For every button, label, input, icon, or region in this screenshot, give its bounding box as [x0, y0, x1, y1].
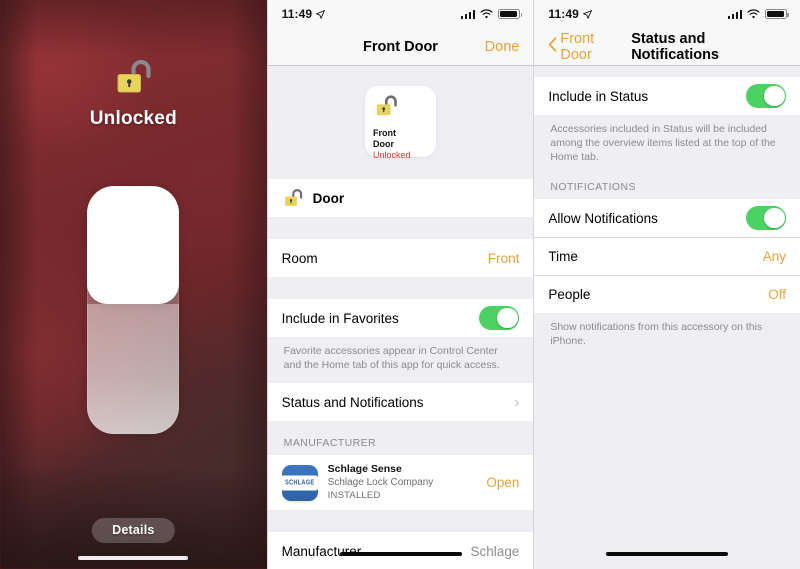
include-in-status-label: Include in Status	[548, 88, 649, 104]
status-bar-time: 11:49	[548, 7, 579, 21]
toggle-knob	[764, 207, 785, 229]
location-arrow-icon	[582, 9, 592, 19]
include-in-status-row[interactable]: Include in Status	[534, 77, 800, 115]
lock-control-screen: Unlocked Details	[0, 0, 267, 569]
page-title: Front Door	[363, 38, 438, 55]
cellular-bars-icon	[727, 9, 743, 19]
home-indicator[interactable]	[606, 551, 729, 556]
status-and-notifications-label: Status and Notifications	[281, 394, 424, 410]
accessory-name-label: Door	[312, 190, 345, 206]
chevron-left-icon	[548, 37, 557, 56]
page-title: Status and Notifications	[631, 30, 719, 63]
battery-icon	[765, 8, 790, 20]
room-label: Room	[281, 250, 318, 266]
section-gap	[534, 66, 800, 77]
manufacturer-row[interactable]: Manufacturer Schlage	[267, 532, 534, 569]
include-in-favorites-row[interactable]: Include in Favorites	[267, 299, 534, 337]
time-label: Time	[548, 249, 578, 264]
accessory-detail-screen: 11:49 Front Door Done Front Door Unlocke…	[266, 0, 534, 569]
room-row[interactable]: Room Front	[267, 239, 534, 277]
back-button-label: Front Door	[560, 30, 595, 63]
wifi-icon	[747, 9, 760, 19]
status-bar-indicators	[460, 8, 523, 20]
allow-notifications-toggle[interactable]	[746, 206, 787, 230]
app-name: Schlage Sense	[327, 463, 402, 475]
include-in-status-toggle[interactable]	[746, 84, 787, 108]
navigation-bar: Front Door Status and Notifications	[534, 28, 800, 66]
people-label: People	[548, 287, 591, 302]
lock-status-header: Unlocked	[0, 56, 267, 130]
allow-notifications-label: Allow Notifications	[548, 210, 658, 226]
section-gap	[267, 277, 534, 299]
tile-state-label: Unlocked	[373, 150, 411, 160]
back-button[interactable]: Front Door	[548, 31, 624, 63]
notifications-section-header: NOTIFICATIONS	[534, 175, 800, 199]
include-in-status-footnote: Accessories included in Status will be i…	[534, 115, 800, 175]
section-gap	[267, 217, 534, 239]
time-value: Any	[762, 249, 787, 264]
chevron-right-icon: ›	[514, 393, 520, 411]
people-value: Off	[768, 287, 787, 302]
manufacturer-app-text: Schlage Sense Schlage Lock Company INSTA…	[328, 463, 434, 502]
tile-name-line1: Front	[373, 128, 396, 138]
app-installed-status: INSTALLED	[327, 490, 381, 501]
status-bar-indicators	[727, 8, 790, 20]
wifi-icon	[480, 9, 493, 19]
manufacturer-app-row[interactable]: SCHLAGE Schlage Sense Schlage Lock Compa…	[267, 455, 534, 510]
allow-notifications-row[interactable]: Allow Notifications	[534, 199, 800, 237]
toggle-knob	[497, 307, 518, 329]
accessory-tile-area: Front Door Unlocked	[268, 66, 534, 179]
time-row[interactable]: Time Any	[534, 237, 800, 275]
section-gap	[267, 510, 534, 532]
schlage-badge-text: SCHLAGE	[280, 475, 319, 490]
navigation-bar: Front Door Done	[267, 28, 534, 66]
status-bar-time: 11:49	[281, 7, 313, 21]
details-button[interactable]: Details	[92, 518, 175, 543]
include-in-favorites-label: Include in Favorites	[281, 310, 399, 326]
accessory-tile[interactable]: Front Door Unlocked	[365, 86, 436, 160]
home-indicator[interactable]	[78, 556, 189, 560]
open-app-button[interactable]: Open	[486, 475, 519, 490]
open-padlock-icon	[117, 59, 151, 93]
status-bar: 11:49	[534, 0, 800, 28]
location-arrow-icon	[316, 9, 326, 19]
toggle-knob	[764, 85, 785, 107]
include-in-favorites-toggle[interactable]	[479, 306, 520, 330]
cellular-bars-icon	[460, 9, 476, 19]
app-company: Schlage Lock Company	[327, 477, 434, 488]
status-bar: 11:49	[267, 0, 534, 28]
manufacturer-section-header: MANUFACTURER	[267, 421, 534, 455]
status-notifications-screen: 11:49 Front Door Status and Notification…	[533, 0, 800, 569]
screenshot-root: Unlocked Details 11:49 Front Door Done F…	[0, 0, 800, 569]
room-value: Front	[487, 250, 520, 266]
lock-slider-fill	[87, 186, 179, 304]
status-and-notifications-row[interactable]: Status and Notifications ›	[267, 383, 534, 421]
schlage-app-icon: SCHLAGE	[280, 464, 319, 501]
lock-state-label: Unlocked	[89, 108, 177, 129]
status-notifications-scroll-area[interactable]: Include in Status Accessories included i…	[534, 66, 800, 569]
notifications-footnote: Show notifications from this accessory o…	[534, 313, 800, 359]
manufacturer-value: Schlage	[470, 543, 520, 559]
open-padlock-icon	[282, 187, 304, 210]
favorites-footnote: Favorite accessories appear in Control C…	[267, 337, 534, 383]
accessory-scroll-area[interactable]: Front Door Unlocked Door Room Front Incl…	[267, 66, 534, 569]
tile-name-line2: Door	[373, 139, 394, 149]
lock-slider[interactable]	[87, 186, 179, 434]
battery-icon	[498, 8, 523, 20]
lock-slider-track	[87, 304, 179, 434]
home-indicator[interactable]	[339, 551, 462, 556]
people-row[interactable]: People Off	[534, 275, 800, 313]
open-padlock-icon	[376, 95, 397, 116]
accessory-name-row[interactable]: Door	[267, 179, 534, 217]
